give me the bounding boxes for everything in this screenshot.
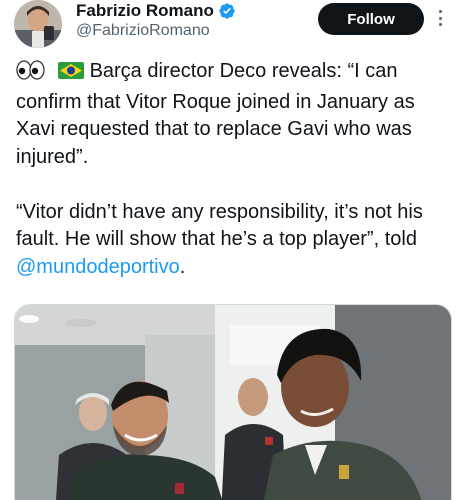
verified-badge-icon bbox=[218, 2, 236, 20]
tweet-paragraph-1: Barça director Deco reveals: “I can conf… bbox=[16, 58, 452, 171]
author-display-name[interactable]: Fabrizio Romano bbox=[76, 1, 214, 21]
follow-button[interactable]: Follow bbox=[318, 3, 424, 35]
eyes-emoji-icon bbox=[16, 60, 58, 89]
brazil-flag-emoji-icon bbox=[58, 60, 84, 89]
tweet-paragraph-2: “Vitor didn’t have any responsibility, i… bbox=[16, 199, 452, 282]
tweet-text: Barça director Deco reveals: “I can conf… bbox=[16, 58, 452, 281]
mention-link[interactable]: @mundodeportivo bbox=[16, 256, 180, 278]
tweet-photo[interactable] bbox=[14, 304, 452, 500]
photo-illustration bbox=[15, 305, 451, 500]
author-avatar[interactable] bbox=[14, 0, 62, 48]
tweet-paragraph-2-text: “Vitor didn’t have any responsibility, i… bbox=[16, 200, 423, 251]
tweet-paragraph-2-end: . bbox=[179, 255, 186, 278]
more-vertical-icon[interactable] bbox=[434, 6, 446, 30]
tweet-header: Fabrizio Romano @FabrizioRomano Follow bbox=[0, 0, 465, 56]
author-handle[interactable]: @FabrizioRomano bbox=[76, 22, 210, 40]
author-name-row: Fabrizio Romano bbox=[76, 0, 236, 22]
